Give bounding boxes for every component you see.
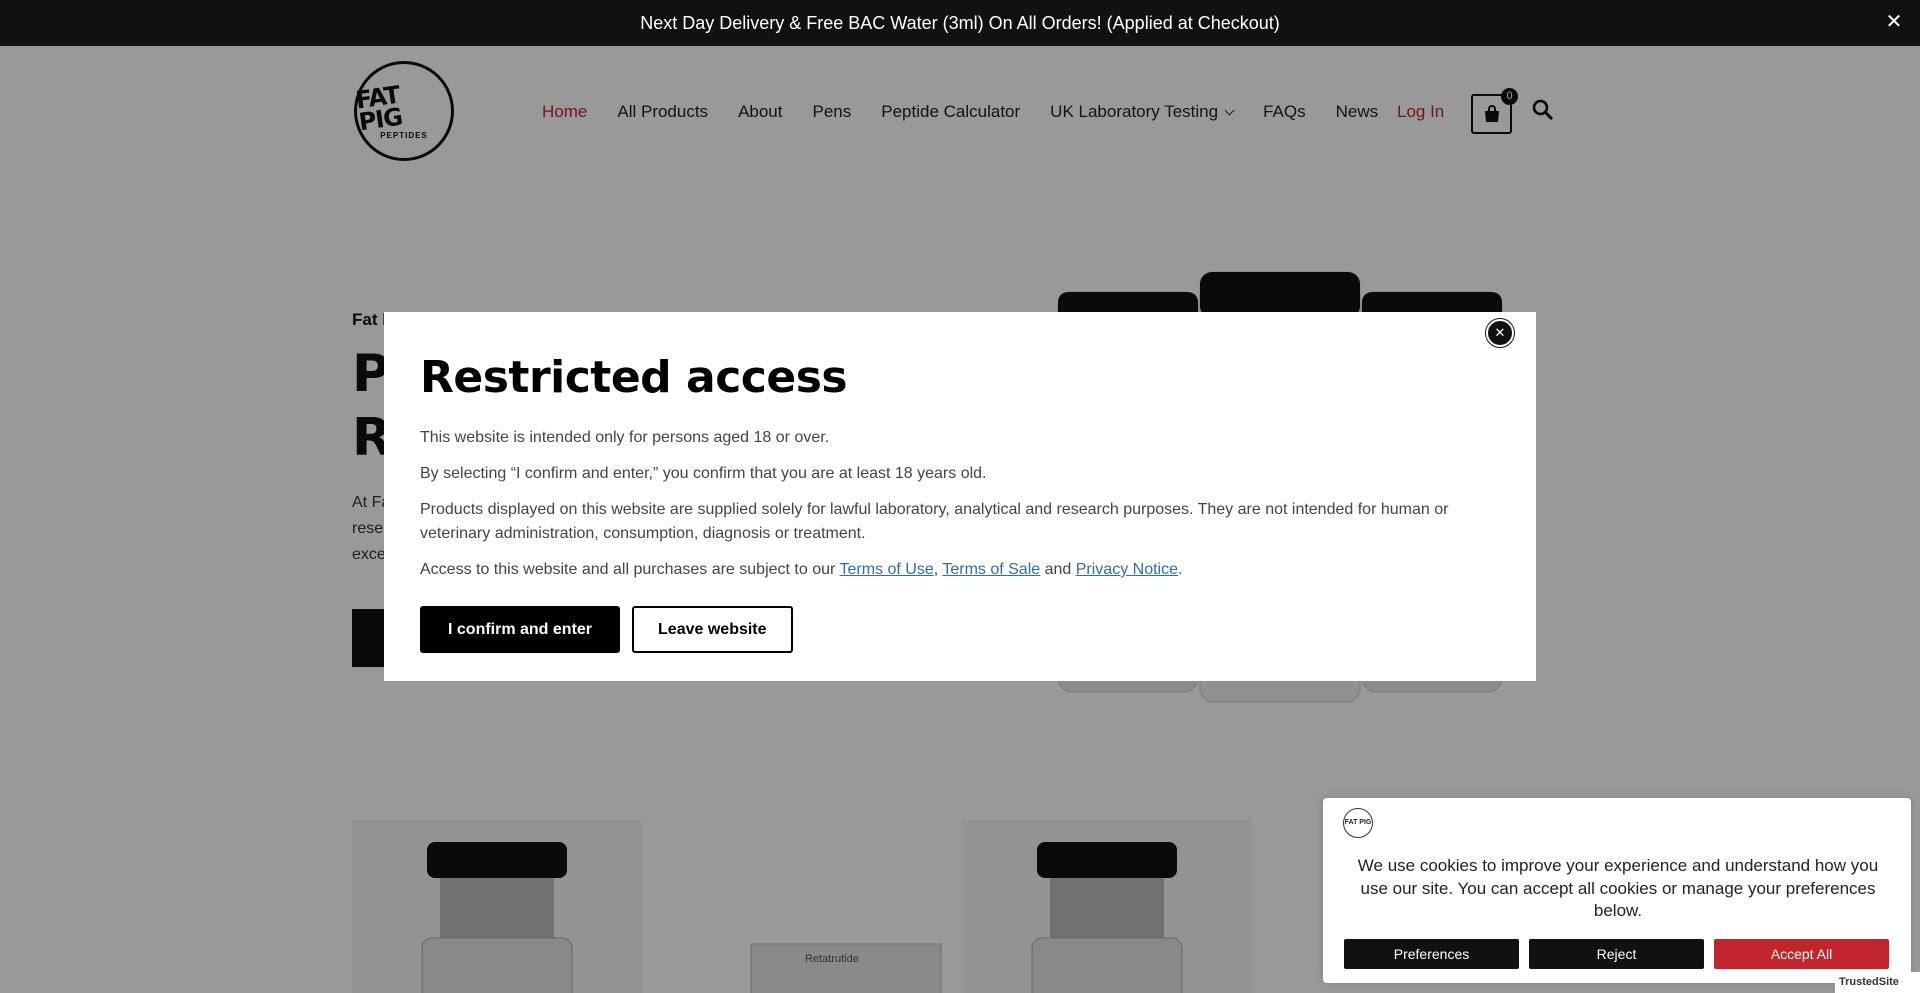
modal-paragraph: Products displayed on this website are s… bbox=[420, 501, 1449, 542]
trustedsite-badge[interactable]: TrustedSite bbox=[1835, 972, 1920, 993]
modal-paragraph: By selecting “I confirm and enter,” you … bbox=[420, 465, 987, 482]
cookie-actions: Preferences Reject Accept All bbox=[1344, 939, 1889, 969]
modal-text: , bbox=[933, 561, 939, 578]
announcement-text: Next Day Delivery & Free BAC Water (3ml)… bbox=[640, 12, 1280, 33]
modal-title: Restricted access bbox=[420, 352, 848, 403]
terms-of-sale-link[interactable]: Terms of Sale bbox=[942, 561, 1040, 578]
terms-of-use-link[interactable]: Terms of Use bbox=[839, 561, 933, 578]
close-icon[interactable]: ✕ bbox=[1486, 319, 1514, 347]
modal-paragraph: Access to this website and all purchases… bbox=[420, 558, 1500, 582]
logo-text: FAT PIG bbox=[1344, 819, 1372, 826]
cookie-preferences-button[interactable]: Preferences bbox=[1344, 939, 1519, 969]
age-verification-modal: ✕ Restricted access This website is inte… bbox=[384, 312, 1536, 681]
announcement-bar: Next Day Delivery & Free BAC Water (3ml)… bbox=[0, 0, 1920, 46]
confirm-enter-button[interactable]: I confirm and enter bbox=[420, 606, 621, 653]
cookie-reject-button[interactable]: Reject bbox=[1529, 939, 1704, 969]
modal-paragraph: This website is intended only for person… bbox=[420, 429, 830, 446]
cookie-message: We use cookies to improve your experienc… bbox=[1357, 856, 1879, 920]
cookie-accept-all-button[interactable]: Accept All bbox=[1714, 939, 1889, 969]
leave-website-button[interactable]: Leave website bbox=[632, 606, 793, 653]
cookie-banner: FAT PIG We use cookies to improve your e… bbox=[1323, 798, 1911, 983]
close-icon[interactable]: ✕ bbox=[1882, 10, 1906, 34]
modal-text: and bbox=[1040, 561, 1076, 578]
modal-actions: I confirm and enter Leave website bbox=[420, 606, 1500, 653]
cookie-logo: FAT PIG bbox=[1343, 808, 1373, 838]
privacy-notice-link[interactable]: Privacy Notice bbox=[1076, 561, 1178, 578]
modal-text: Access to this website and all purchases… bbox=[420, 561, 840, 578]
modal-text: . bbox=[1178, 561, 1183, 578]
